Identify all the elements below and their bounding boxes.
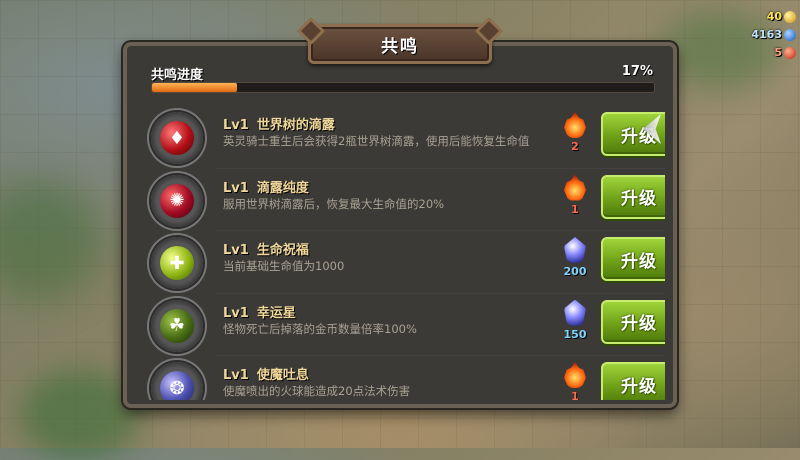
green-cross-icon: ✚	[160, 246, 194, 280]
fire-gem-icon	[564, 362, 586, 388]
red-gem-counter: 5	[774, 46, 796, 59]
upgrade-button[interactable]: 升级	[601, 174, 665, 219]
cost-amount: 150	[563, 327, 587, 341]
skill-level: Lv1	[223, 305, 249, 321]
list-item: ❂ Lv1 使魔吐息 使魔喷出的火球能造成20点法术伤害 1 升级	[145, 356, 665, 400]
list-item: ☘ Lv1 幸运星 怪物死亡后掉落的金币数量倍率100% 150 升级	[145, 294, 665, 356]
blue-crystal-icon	[564, 237, 586, 263]
red-dewdrop-icon: ♦	[160, 121, 194, 155]
progress-bar	[151, 82, 655, 93]
panel-title-plate: 共鸣	[296, 16, 504, 64]
skill-level: Lv1	[223, 180, 249, 196]
panel-title: 共鸣	[381, 36, 419, 57]
clover-icon: ☘	[160, 308, 194, 343]
list-item: ✚ Lv1 生命祝福 当前基础生命值为1000 200 升级	[145, 231, 665, 294]
purple-sphere-icon: ❂	[160, 371, 194, 400]
upgrade-button[interactable]: 升级	[601, 362, 665, 400]
fire-gem-icon	[564, 112, 586, 138]
gold-coin-icon	[784, 10, 796, 23]
cost-indicator: 1	[557, 174, 593, 225]
cost-indicator: 150	[557, 299, 593, 350]
skill-title: Lv1 幸运星	[223, 302, 296, 321]
red-gem-value: 5	[774, 46, 782, 59]
skill-title: Lv1 世界树的滴露	[223, 114, 335, 133]
cost-indicator: 1	[557, 362, 593, 400]
resonance-panel: 共鸣进度 17% ♦ Lv1 世界树的滴露 英灵骑士重生后会获得2瓶世界树滴露，使…	[123, 42, 677, 408]
blue-gem-icon	[784, 28, 796, 41]
cost-amount: 2	[571, 140, 579, 153]
skill-title: Lv1 使魔吐息	[223, 364, 309, 383]
skill-icon-frame: ♦	[151, 112, 203, 164]
gold-value: 40	[766, 10, 782, 23]
upgrade-button[interactable]: 升级	[601, 237, 665, 281]
skill-title: Lv1 滴露纯度	[223, 177, 309, 196]
list-item: ♦ Lv1 世界树的滴露 英灵骑士重生后会获得2瓶世界树滴露，使用后能恢复生命值 …	[145, 106, 665, 169]
skill-name: 使魔吐息	[256, 368, 309, 383]
cost-amount: 1	[571, 202, 579, 216]
cost-indicator: 200	[557, 237, 593, 287]
skill-icon-frame: ✺	[151, 174, 203, 227]
cost-indicator: 2	[557, 112, 593, 162]
skill-description: 当前基础生命值为1000	[223, 259, 345, 273]
skill-description: 使魔喷出的火球能造成20点法术伤害	[223, 384, 411, 398]
skill-name: 生命祝福	[256, 243, 309, 258]
upgrade-list[interactable]: ♦ Lv1 世界树的滴露 英灵骑士重生后会获得2瓶世界树滴露，使用后能恢复生命值 …	[145, 106, 665, 400]
progress-percent: 17%	[621, 64, 653, 79]
gold-counter: 40	[767, 10, 796, 23]
skill-title: Lv1 生命祝福	[223, 239, 309, 258]
skill-description: 英灵骑士重生后会获得2瓶世界树滴露，使用后能恢复生命值	[223, 134, 530, 148]
skill-icon-frame: ✚	[151, 237, 203, 289]
upgrade-button[interactable]: 升级	[601, 299, 665, 344]
red-gem-icon	[784, 46, 796, 59]
blue-crystal-icon	[564, 299, 586, 326]
skill-name: 幸运星	[256, 305, 296, 321]
skill-level: Lv1	[223, 243, 249, 258]
cost-amount: 200	[563, 265, 587, 278]
list-item: ✺ Lv1 滴露纯度 服用世界树滴露后，恢复最大生命值的20% 1 升级	[145, 169, 665, 231]
skill-level: Lv1	[223, 118, 249, 133]
blue-gem-value: 4163	[751, 28, 782, 41]
skill-description: 怪物死亡后掉落的金币数量倍率100%	[223, 321, 417, 336]
fire-gem-icon	[564, 174, 586, 201]
skill-name: 世界树的滴露	[256, 118, 335, 133]
blue-gem-counter: 4163	[751, 28, 796, 41]
background-foliage	[660, 10, 780, 90]
skill-icon-frame: ❂	[151, 362, 203, 400]
progress-bar-fill	[152, 83, 238, 92]
cost-amount: 1	[571, 390, 579, 400]
skill-name: 滴露纯度	[256, 180, 309, 196]
crimson-orb-icon: ✺	[160, 183, 194, 218]
skill-description: 服用世界树滴露后，恢复最大生命值的20%	[223, 196, 445, 211]
skill-level: Lv1	[223, 368, 249, 383]
skill-icon-frame: ☘	[151, 299, 203, 352]
background-foliage	[20, 370, 140, 460]
progress-label: 共鸣进度	[151, 68, 204, 83]
